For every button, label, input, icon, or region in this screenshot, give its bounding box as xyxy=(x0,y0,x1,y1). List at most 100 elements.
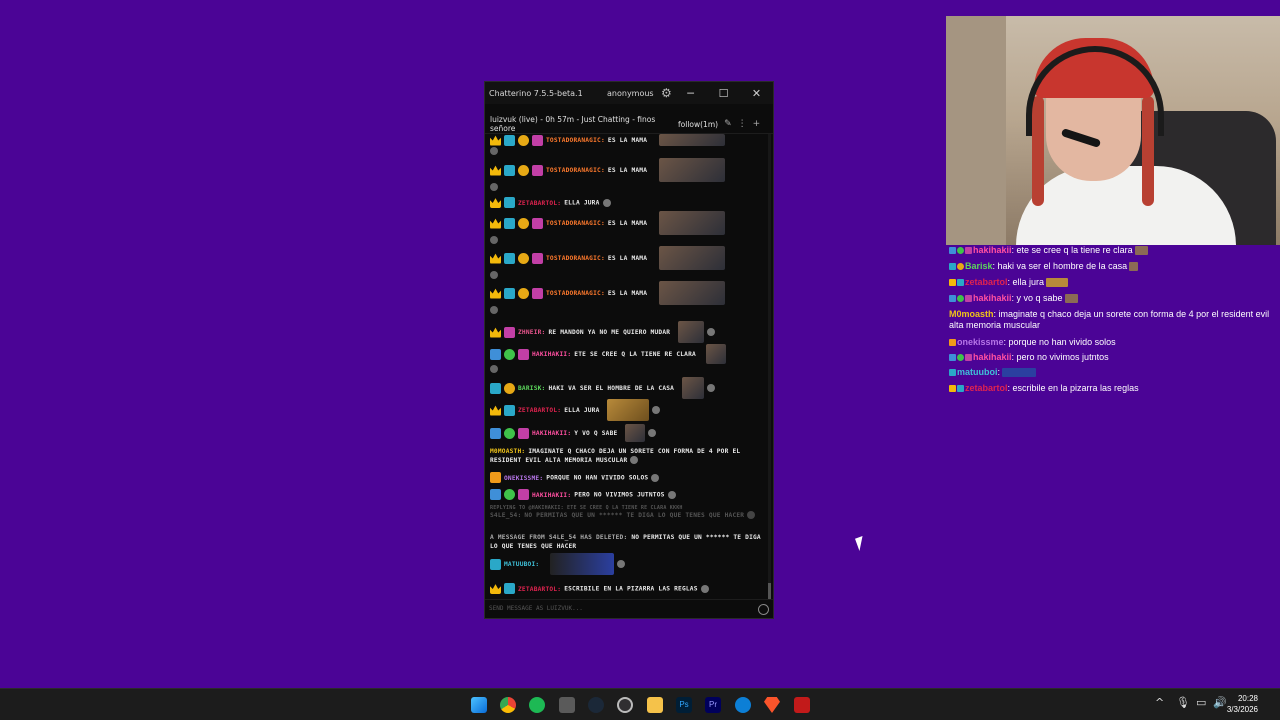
pink-badge-icon xyxy=(532,217,543,229)
chat-message: ZETABARTOL: ESCRIBILE EN LA PIZARRA LAS R… xyxy=(490,583,762,594)
chevron-up-icon[interactable]: ^ xyxy=(1155,696,1164,709)
chat-username[interactable]: ONEKISSME: xyxy=(504,475,543,482)
chat-username[interactable]: TOSTADORANAGIC: xyxy=(546,255,605,262)
channel-title: luizvuk (live) - 0h 57m - Just Chatting … xyxy=(490,115,656,133)
chat-message: S4LE_54: NO PERMITAS QUE UN ****** TE DIG… xyxy=(490,511,762,520)
add-split-icon[interactable]: + xyxy=(753,119,761,129)
chat-message: TOSTADORANAGIC: ES LA MAMA xyxy=(490,281,762,314)
app-icon[interactable] xyxy=(559,697,575,713)
pink-badge-icon xyxy=(518,427,529,439)
folder-icon[interactable] xyxy=(647,697,663,713)
webcam-background xyxy=(946,16,1006,245)
coin-badge-icon xyxy=(518,164,529,176)
chat-text: HAKI VA SER EL HOMBRE DE LA CASA xyxy=(548,385,675,392)
overlay-chat-line: Barisk: haki va ser el hombre de la casa xyxy=(949,261,1279,272)
chat-username[interactable]: ZETABARTOL: xyxy=(518,586,561,593)
chat-message: ONEKISSME: PORQUE NO HAN VIVIDO SOLOS xyxy=(490,472,762,483)
chat-username[interactable]: ZHNEIR: xyxy=(518,329,545,336)
scroll-thumb[interactable] xyxy=(768,583,771,599)
chat-username[interactable]: HAKIHAKII: xyxy=(532,351,571,358)
brave-icon[interactable] xyxy=(764,697,780,713)
emote-image xyxy=(705,344,726,364)
reply-icon[interactable] xyxy=(602,198,611,207)
emote-image xyxy=(550,553,615,575)
coin-badge-icon xyxy=(518,252,529,264)
reply-icon[interactable] xyxy=(490,147,498,155)
chat-username[interactable]: TOSTADORANAGIC: xyxy=(546,220,605,227)
sub-badge-icon xyxy=(504,134,515,146)
reply-icon[interactable] xyxy=(617,560,626,568)
overlay-chat-line: zetabartol: escribile en la pizarra las … xyxy=(949,383,1279,394)
network-icon[interactable]: ▭ xyxy=(1196,696,1206,709)
more-options-icon[interactable]: ⋮ xyxy=(738,119,747,129)
reply-icon[interactable] xyxy=(648,429,657,437)
chat-username[interactable]: TOSTADORANAGIC: xyxy=(546,167,605,174)
reply-icon[interactable] xyxy=(747,511,756,519)
reply-icon[interactable] xyxy=(490,365,498,373)
window-title: Chatterino 7.5.5-beta.1 xyxy=(489,88,583,98)
windows-start-icon[interactable] xyxy=(471,697,487,713)
reply-icon[interactable] xyxy=(700,584,709,593)
reply-icon[interactable] xyxy=(630,456,639,464)
chat-username[interactable]: M0MOASTH: xyxy=(490,448,525,455)
chat-username[interactable]: HAKIHAKII: xyxy=(532,492,571,499)
sub-badge-icon xyxy=(490,382,501,394)
chat-username[interactable]: TOSTADORANAGIC: xyxy=(546,137,605,144)
microphone-icon[interactable]: 🎙 xyxy=(1176,696,1190,709)
app-icon[interactable] xyxy=(794,697,810,713)
window-titlebar[interactable]: Chatterino 7.5.5-beta.1 anonymous ⚙ ─ ☐ … xyxy=(485,82,773,104)
crown-badge-icon xyxy=(490,405,501,416)
maximize-button[interactable]: ☐ xyxy=(707,87,740,100)
chat-username[interactable]: BARISK: xyxy=(518,385,545,392)
reply-icon[interactable] xyxy=(652,406,661,414)
ccleaner-icon[interactable] xyxy=(735,697,751,713)
gear-icon[interactable]: ⚙ xyxy=(661,86,672,100)
crown-badge-icon xyxy=(490,135,501,146)
account-name[interactable]: anonymous xyxy=(607,89,657,98)
chat-username[interactable]: ZETABARTOL: xyxy=(518,407,561,414)
reply-icon[interactable] xyxy=(490,183,498,191)
close-button[interactable]: ✕ xyxy=(740,87,773,100)
coin-badge-icon xyxy=(518,287,529,299)
deleted-message-notice: A MESSAGE FROM S4LE_54 HAS DELETED: NO P… xyxy=(490,533,762,551)
chat-message: BARISK: HAKI VA SER EL HOMBRE DE LA CASA xyxy=(490,377,762,399)
reply-icon[interactable] xyxy=(667,490,676,499)
chat-username[interactable]: ZETABARTOL: xyxy=(518,200,561,207)
overlay-chat-line: onekissme: porque no han vivido solos xyxy=(949,337,1279,348)
chat-username[interactable]: MATUUBOI: xyxy=(504,561,539,568)
chat-text: ELLA JURA xyxy=(564,407,600,414)
chat-message: TOSTADORANAGIC: ES LA MAMA xyxy=(490,158,762,191)
webcam-feed xyxy=(946,16,1280,245)
chat-username[interactable]: S4LE_54: xyxy=(490,512,521,519)
reply-icon[interactable] xyxy=(490,271,498,279)
chat-message: HAKIHAKII: PERO NO VIVIMOS JUTNTOS xyxy=(490,489,762,500)
chat-text: ES LA MAMA xyxy=(607,167,648,174)
system-clock[interactable]: 20:28 3/3/2026 xyxy=(1227,693,1258,715)
reply-icon[interactable] xyxy=(707,384,716,392)
reply-icon[interactable] xyxy=(707,328,716,336)
verified-badge-icon xyxy=(504,427,515,439)
chat-username[interactable]: TOSTADORANAGIC: xyxy=(546,290,605,297)
premiere-icon[interactable]: Pr xyxy=(705,697,721,713)
volume-icon[interactable]: 🔊 xyxy=(1213,696,1227,709)
message-list[interactable]: TOSTADORANAGIC: ES LA MAMA TOSTADORANAGIC… xyxy=(485,134,765,599)
emoji-icon[interactable] xyxy=(758,604,769,615)
spotify-icon[interactable] xyxy=(529,697,545,713)
chat-message: ZHNEIR: RE MANDON YA NO ME QUIERO MUDAR xyxy=(490,321,762,343)
overlay-chat-line: zetabartol: ella jura xyxy=(949,277,1279,288)
minimize-button[interactable]: ─ xyxy=(674,87,707,100)
reply-icon[interactable] xyxy=(490,306,498,314)
reply-icon[interactable] xyxy=(651,473,660,482)
reply-icon[interactable] xyxy=(490,236,498,244)
chrome-icon[interactable] xyxy=(500,697,516,713)
chatterino-window[interactable]: Chatterino 7.5.5-beta.1 anonymous ⚙ ─ ☐ … xyxy=(484,81,774,619)
steam-icon[interactable] xyxy=(588,697,604,713)
obs-icon[interactable] xyxy=(617,697,633,713)
chat-scrollbar[interactable] xyxy=(768,134,771,599)
pencil-icon[interactable]: ✎ xyxy=(724,119,732,129)
photoshop-icon[interactable]: Ps xyxy=(676,697,692,713)
message-input[interactable]: SEND MESSAGE AS LUIZVUK... xyxy=(485,599,773,618)
chat-text: ETE SE CREE Q LA TIENE RE CLARA xyxy=(574,351,696,358)
pink-badge-icon xyxy=(532,164,543,176)
chat-username[interactable]: HAKIHAKII: xyxy=(532,430,571,437)
